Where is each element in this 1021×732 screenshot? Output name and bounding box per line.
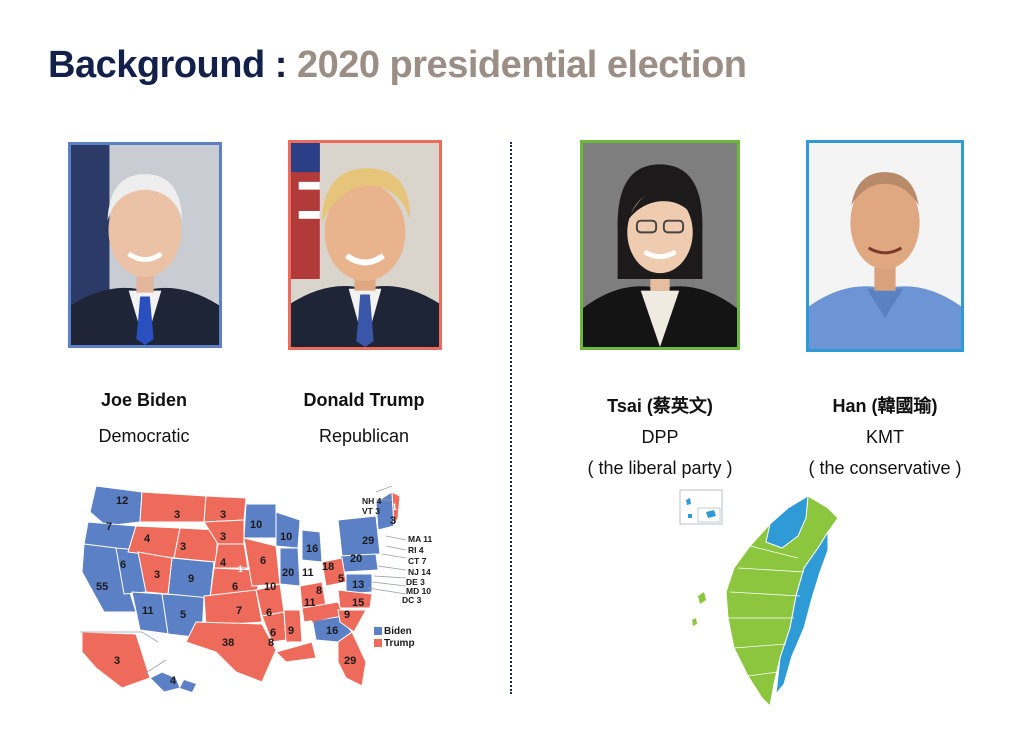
candidate-party-tsai: DPP (641, 427, 679, 447)
candidate-note-tsai: ( the liberal party ) (587, 458, 733, 478)
candidate-name-tsai: Tsai (蔡英文) (607, 396, 713, 416)
vote-label: 3 (220, 531, 226, 543)
vote-label: 3 (390, 515, 396, 527)
vote-label: 7 (106, 521, 112, 533)
us-map-legend: Biden Trump (374, 626, 415, 649)
legend-label-biden: Biden (384, 626, 412, 637)
biden-photo (68, 142, 222, 348)
callout-label: VT 3 (362, 506, 380, 516)
vote-label: 16 (306, 543, 318, 555)
title-prefix: Background : (48, 44, 297, 86)
vote-label: 3 (220, 509, 226, 521)
vote-label: 29 (344, 655, 356, 667)
vote-label: 20 (282, 567, 294, 579)
candidate-name-han: Han (韓國瑜) (832, 396, 938, 416)
vote-label: 11 (304, 597, 316, 609)
vote-label: 6 (260, 555, 266, 567)
vote-label: 12 (116, 495, 128, 507)
vote-label: 1 (238, 564, 243, 574)
vote-label: 10 (250, 519, 262, 531)
vote-label: 13 (352, 579, 364, 591)
page-title: Background : 2020 presidential election (48, 44, 747, 87)
title-main: 2020 presidential election (296, 44, 747, 86)
vote-label: 3 (154, 569, 160, 581)
candidate-party-trump: Republican (318, 426, 410, 446)
vote-label: 3 (174, 509, 180, 521)
legend-swatch-trump (374, 639, 382, 647)
vote-label: 4 (220, 557, 227, 569)
taiwan-penghu (698, 592, 706, 604)
callout-label: CT 7 (408, 556, 427, 566)
callout-label: NH 4 (362, 496, 382, 506)
vote-label: 29 (362, 535, 374, 547)
vote-label: 16 (326, 625, 338, 637)
vote-label: 10 (264, 581, 276, 593)
han-photo (806, 140, 964, 352)
vote-label: 5 (338, 573, 344, 585)
candidate-note-han: ( the conservative ) (808, 458, 962, 478)
callout-label: DC 3 (402, 595, 422, 605)
vote-label: 15 (352, 597, 364, 609)
vote-label: 11 (142, 605, 154, 617)
taiwan-islet (692, 618, 697, 626)
vote-label: 6 (120, 559, 126, 571)
callout-label: MA 11 (408, 534, 433, 544)
trump-photo (288, 140, 442, 350)
vote-label: 9 (188, 573, 194, 585)
vote-label: 6 (232, 581, 238, 593)
taiwan-election-map (679, 489, 839, 708)
vote-label: 5 (180, 609, 186, 621)
vote-label: 1 (392, 502, 397, 512)
callout-label: RI 4 (408, 545, 424, 555)
callout-label: NJ 14 (408, 567, 431, 577)
us-electoral-map: 12 7 6 55 3 4 3 3 3 3 10 10 6 9 11 5 7 3… (80, 485, 433, 693)
vote-label: 20 (350, 553, 362, 565)
candidate-party-han: KMT (866, 427, 904, 447)
candidate-name-trump: Donald Trump (303, 390, 425, 410)
candidate-party-biden: Democratic (98, 426, 190, 446)
vote-label: 3 (180, 541, 186, 553)
legend-label-trump: Trump (384, 638, 415, 649)
vote-label: 6 (266, 607, 272, 619)
vote-label: 10 (280, 531, 292, 543)
vote-label: 8 (268, 637, 274, 649)
vote-label: 18 (322, 561, 334, 573)
vote-label: 55 (96, 581, 108, 593)
vote-label: 11 (302, 567, 314, 579)
vote-label: 9 (344, 609, 350, 621)
vote-label: 4 (144, 533, 151, 545)
vote-label: 8 (316, 585, 322, 597)
vertical-divider (510, 142, 512, 694)
tsai-photo (580, 140, 740, 350)
candidate-name-biden: Joe Biden (100, 390, 188, 410)
vote-label: 38 (222, 637, 234, 649)
vote-label: 9 (288, 625, 294, 637)
legend-swatch-biden (374, 627, 382, 635)
vote-label: 7 (236, 605, 242, 617)
taiwan-inset (679, 489, 723, 525)
vote-label: 3 (114, 655, 120, 667)
vote-label: 4 (170, 675, 177, 687)
